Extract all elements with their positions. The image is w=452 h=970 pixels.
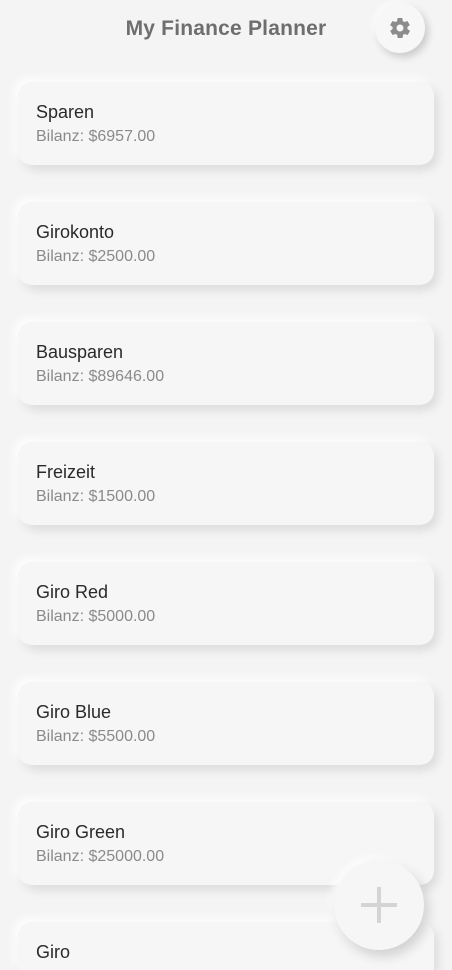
account-balance: Bilanz: $25000.00 [36,848,165,865]
gear-icon [390,17,410,38]
account-name: Giro Green [36,822,126,842]
account-balance: Bilanz: $5500.00 [36,728,156,745]
account-card[interactable]: Giro Red Bilanz: $5000.00 [18,562,434,645]
add-account-button[interactable] [334,860,424,950]
account-balance: Bilanz: $5000.00 [36,608,156,625]
account-name: Girokonto [36,222,115,242]
account-name: Giro Red [36,582,109,602]
account-balance: Bilanz: $6957.00 [36,128,156,145]
account-balance: Bilanz: $1500.00 [36,488,156,505]
account-name: Giro Blue [36,702,112,722]
settings-button[interactable] [375,3,425,53]
account-name: Bausparen [36,342,124,362]
plus-icon [361,887,397,923]
account-name: Giro [36,942,71,962]
account-balance: Bilanz: $2500.00 [36,248,156,265]
app-header: My Finance Planner [0,0,452,62]
account-card[interactable]: Bausparen Bilanz: $89646.00 [18,322,434,405]
account-card[interactable]: Sparen Bilanz: $6957.00 [18,82,434,165]
account-balance: Bilanz: $89646.00 [36,368,165,385]
account-name: Freizeit [36,462,96,482]
account-card[interactable]: Giro Blue Bilanz: $5500.00 [18,682,434,765]
account-card[interactable]: Girokonto Bilanz: $2500.00 [18,202,434,285]
account-list: Sparen Bilanz: $6957.00 Girokonto Bilanz… [0,0,452,970]
account-card[interactable]: Freizeit Bilanz: $1500.00 [18,442,434,525]
account-name: Sparen [36,102,95,122]
